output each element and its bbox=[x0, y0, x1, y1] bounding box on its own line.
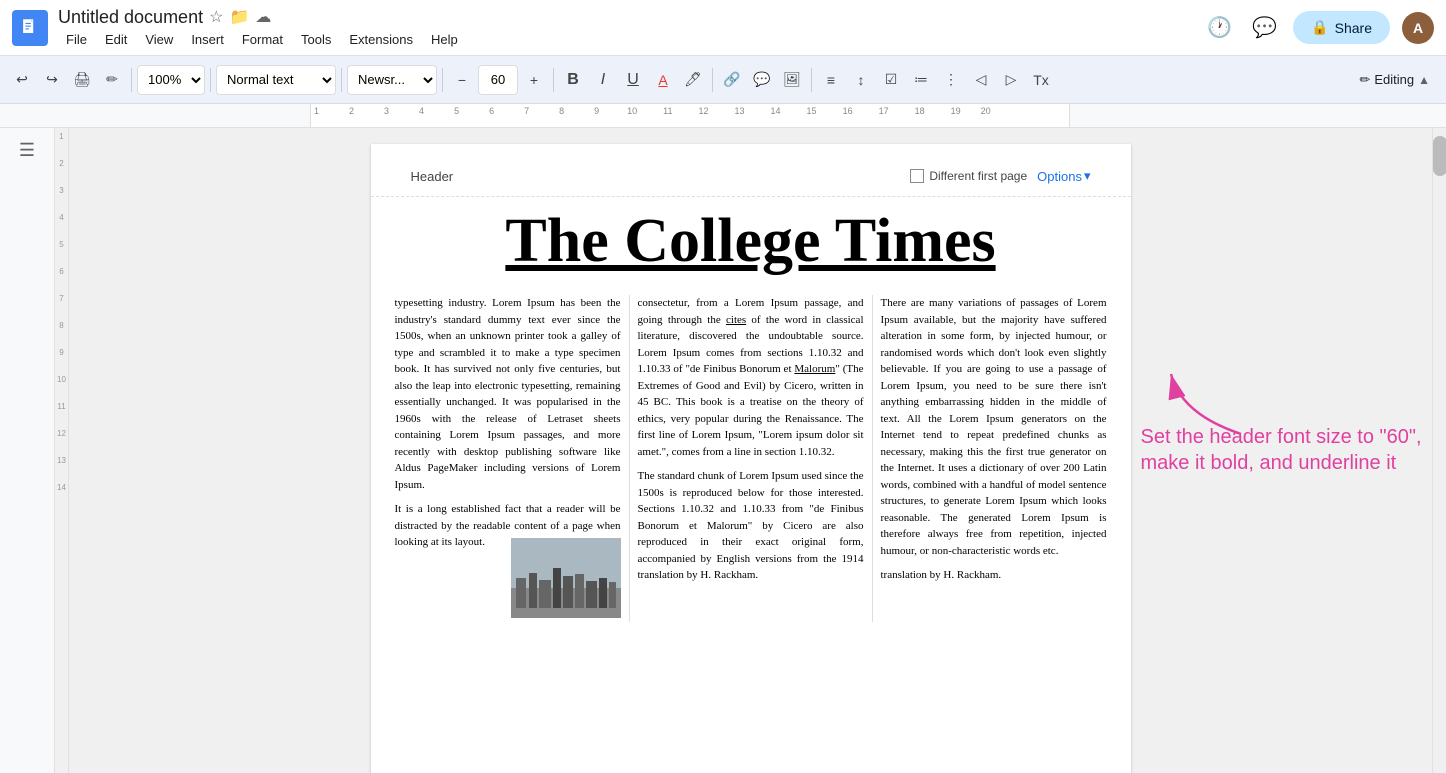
annotation-arrow bbox=[1161, 364, 1281, 444]
annotation-text: Set the header font size to "60", make i… bbox=[1141, 424, 1433, 476]
menu-help[interactable]: Help bbox=[423, 30, 466, 49]
chevron-up-icon: ▲ bbox=[1418, 73, 1430, 87]
clear-format-button[interactable]: Tx bbox=[1027, 64, 1055, 96]
columns: typesetting industry. Lorem Ipsum has be… bbox=[371, 295, 1131, 622]
col2-p1: consectetur, from a Lorem Ipsum passage,… bbox=[638, 295, 864, 460]
city-image bbox=[511, 538, 621, 618]
align-button[interactable]: ≡ bbox=[817, 64, 845, 96]
editing-label: Editing bbox=[1374, 72, 1414, 87]
header-zone: Header Different first page Options ▾ bbox=[371, 144, 1131, 197]
col1-p2: It is a long established fact that a rea… bbox=[395, 501, 621, 551]
col1-p1: typesetting industry. Lorem Ipsum has be… bbox=[395, 295, 621, 493]
ruler: 1 2 3 4 5 6 7 8 9 10 11 12 13 14 15 16 1… bbox=[0, 104, 1446, 128]
comment-button[interactable]: 💬 bbox=[748, 64, 776, 96]
left-panel: ☰ bbox=[0, 128, 55, 773]
font-select[interactable]: Newsr... Arial Times New Roman bbox=[347, 65, 437, 95]
menu-file[interactable]: File bbox=[58, 30, 95, 49]
font-size-decrease-button[interactable]: − bbox=[448, 64, 476, 96]
font-size-input[interactable] bbox=[478, 65, 518, 95]
column-1[interactable]: typesetting industry. Lorem Ipsum has be… bbox=[387, 295, 630, 622]
cloud-icon[interactable]: ☁ bbox=[255, 7, 271, 27]
menu-tools[interactable]: Tools bbox=[293, 30, 339, 49]
highlight-button[interactable]: 🖊 bbox=[679, 64, 707, 96]
toolbar: ↩ ↪ 🖨 ✏ 100% 75% 125% Normal text Headin… bbox=[0, 56, 1446, 104]
header-bar: Header Different first page Options ▾ bbox=[411, 164, 1091, 188]
page: Header Different first page Options ▾ bbox=[371, 144, 1131, 773]
font-color-button[interactable]: A bbox=[649, 64, 677, 96]
col2-p2: The standard chunk of Lorem Ipsum used s… bbox=[638, 468, 864, 584]
document-area[interactable]: Header Different first page Options ▾ bbox=[69, 128, 1432, 773]
column-3[interactable]: There are many variations of passages of… bbox=[873, 295, 1115, 622]
options-label: Options bbox=[1037, 169, 1082, 184]
doc-title[interactable]: Untitled document bbox=[58, 7, 203, 28]
options-link[interactable]: Options ▾ bbox=[1037, 168, 1090, 184]
header-label: Header bbox=[411, 169, 454, 184]
link-button[interactable]: 🔗 bbox=[718, 64, 746, 96]
star-icon[interactable]: ☆ bbox=[209, 7, 223, 27]
top-bar: Untitled document ☆ 📁 ☁ File Edit View I… bbox=[0, 0, 1446, 56]
divider-6 bbox=[712, 68, 713, 92]
share-button[interactable]: 🔒 Share bbox=[1293, 11, 1390, 44]
bold-button[interactable]: B bbox=[559, 64, 587, 96]
share-label: Share bbox=[1335, 20, 1372, 36]
document-title[interactable]: The College Times bbox=[371, 197, 1131, 295]
menu-extensions[interactable]: Extensions bbox=[341, 30, 421, 49]
options-arrow: ▾ bbox=[1084, 168, 1091, 184]
zoom-select[interactable]: 100% 75% 125% bbox=[137, 65, 205, 95]
folder-icon[interactable]: 📁 bbox=[229, 7, 249, 27]
divider-3 bbox=[341, 68, 342, 92]
editing-mode-button[interactable]: ✏ Editing ▲ bbox=[1351, 68, 1438, 92]
menu-bar: File Edit View Insert Format Tools Exten… bbox=[58, 30, 1203, 49]
col3-p2: translation by H. Rackham. bbox=[881, 567, 1107, 584]
app-icon bbox=[12, 10, 48, 46]
italic-button[interactable]: I bbox=[589, 64, 617, 96]
image-button[interactable]: 🖼 bbox=[778, 64, 806, 96]
annotation: Set the header font size to "60", make i… bbox=[1141, 424, 1433, 476]
outline-toggle-icon[interactable]: ☰ bbox=[15, 136, 39, 165]
column-2[interactable]: consectetur, from a Lorem Ipsum passage,… bbox=[630, 295, 873, 622]
lock-icon: 🔒 bbox=[1311, 19, 1328, 36]
redo-button[interactable]: ↪ bbox=[38, 64, 66, 96]
different-first-checkbox[interactable] bbox=[910, 169, 924, 183]
linespacing-button[interactable]: ↕ bbox=[847, 64, 875, 96]
font-size-increase-button[interactable]: + bbox=[520, 64, 548, 96]
menu-edit[interactable]: Edit bbox=[97, 30, 135, 49]
style-select[interactable]: Normal text Heading 1 Title bbox=[216, 65, 336, 95]
header-options: Different first page Options ▾ bbox=[910, 168, 1090, 184]
right-scrollbar[interactable] bbox=[1432, 128, 1446, 773]
divider-4 bbox=[442, 68, 443, 92]
undo-button[interactable]: ↩ bbox=[8, 64, 36, 96]
indent-increase-button[interactable]: ▷ bbox=[997, 64, 1025, 96]
paintformat-button[interactable]: ✏ bbox=[98, 64, 126, 96]
different-first-page: Different first page bbox=[910, 169, 1027, 183]
print-button[interactable]: 🖨 bbox=[68, 64, 96, 96]
divider-5 bbox=[553, 68, 554, 92]
col3-p1: There are many variations of passages of… bbox=[881, 295, 1107, 559]
page-number-ruler: 1234567891011121314 bbox=[55, 128, 69, 773]
divider-1 bbox=[131, 68, 132, 92]
checklist-button[interactable]: ☑ bbox=[877, 64, 905, 96]
numberedlist-button[interactable]: ⋮ bbox=[937, 64, 965, 96]
avatar[interactable]: A bbox=[1402, 12, 1434, 44]
divider-2 bbox=[210, 68, 211, 92]
main-area: ☰ 1234567891011121314 Header Different f… bbox=[0, 128, 1446, 773]
chat-icon[interactable]: 💬 bbox=[1248, 11, 1281, 44]
indent-decrease-button[interactable]: ◁ bbox=[967, 64, 995, 96]
top-right-actions: 🕐 💬 🔒 Share A bbox=[1203, 11, 1434, 44]
pencil-icon: ✏ bbox=[1359, 72, 1370, 88]
underline-button[interactable]: U bbox=[619, 64, 647, 96]
different-first-label: Different first page bbox=[929, 169, 1027, 183]
bullets-button[interactable]: ≔ bbox=[907, 64, 935, 96]
menu-insert[interactable]: Insert bbox=[183, 30, 232, 49]
ruler-numbers: 1 2 3 4 5 6 7 8 9 10 11 12 13 14 15 16 1… bbox=[310, 106, 1070, 116]
history-icon[interactable]: 🕐 bbox=[1203, 11, 1236, 44]
doc-info: Untitled document ☆ 📁 ☁ File Edit View I… bbox=[58, 7, 1203, 49]
menu-format[interactable]: Format bbox=[234, 30, 291, 49]
menu-view[interactable]: View bbox=[137, 30, 181, 49]
divider-7 bbox=[811, 68, 812, 92]
